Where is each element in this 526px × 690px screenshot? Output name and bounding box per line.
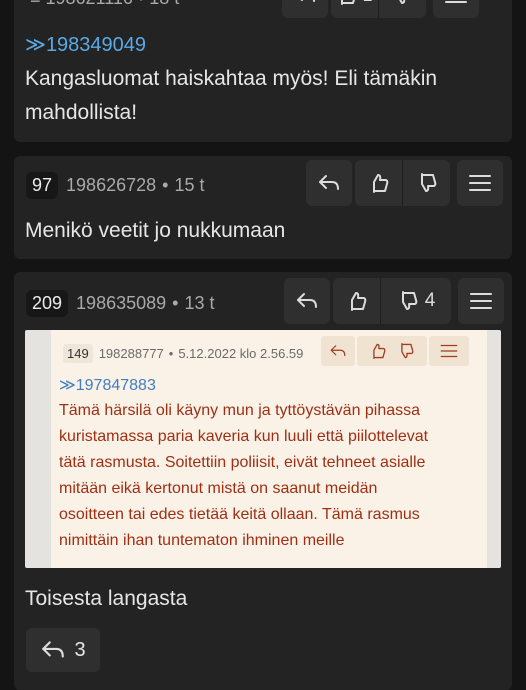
embedded-post-meta: 149 198288777 • 5.12.2022 klo 2.56.59 [63, 344, 303, 363]
thumbs-up-icon [341, 0, 356, 5]
post-age: 15 t [174, 175, 205, 195]
dislike-button[interactable] [403, 160, 450, 206]
post-card: 209 198635089 • 13 t 4 149 198288777 • 5… [14, 272, 512, 690]
embedded-line: mitään eikä kertonut mistä on saanut mei… [59, 480, 378, 497]
reply-count: 3 [74, 638, 86, 661]
thumbs-up-icon [350, 292, 366, 311]
reply-icon [42, 641, 65, 658]
embedded-post-id: 198288777 [98, 346, 164, 361]
score-badge: 97 [26, 172, 59, 199]
post-meta-fragment: ≡ 198621116 • 18 t [30, 0, 179, 9]
post-meta: 209 198635089 • 13 t [26, 290, 215, 317]
menu-icon [470, 293, 492, 309]
menu-button[interactable] [458, 278, 504, 324]
menu-button[interactable] [433, 0, 479, 18]
thumbs-up-icon [373, 343, 386, 360]
post-body-line: mahdollista! [25, 101, 138, 124]
thumbs-down-icon [398, 0, 405, 4]
embedded-menu-icon [429, 336, 469, 366]
embedded-quote-link: ≫197847883 [59, 377, 156, 394]
embedded-line: tätä rasmusta. Soitettiin poliisit, eivä… [59, 454, 426, 471]
post-meta: ≡ 198621116 • 18 t [30, 0, 179, 9]
post-id[interactable]: 198626728 [66, 175, 156, 196]
separator-dot: • [162, 175, 169, 195]
replies-button[interactable]: 3 [26, 628, 100, 672]
thumbs-down-icon [401, 342, 414, 359]
reply-button[interactable] [282, 0, 328, 18]
embedded-post: 149 198288777 • 5.12.2022 klo 2.56.59 ≫1… [51, 330, 487, 568]
reply-icon [319, 175, 339, 190]
embedded-reply-icon [321, 336, 355, 366]
reply-button[interactable] [306, 160, 352, 206]
menu-button[interactable] [457, 160, 503, 206]
dislike-button[interactable] [379, 0, 426, 18]
post-actions: 4 [284, 278, 504, 324]
dislike-button[interactable]: 4 [381, 278, 451, 324]
embedded-post-body: Tämä härsilä oli käyny mun ja tyttöystäv… [59, 398, 479, 554]
post-body: Menikö veetit jo nukkumaan [25, 219, 286, 242]
thumbs-down-icon [401, 291, 418, 310]
embedded-screenshot[interactable]: 149 198288777 • 5.12.2022 klo 2.56.59 ≫1… [25, 330, 501, 568]
like-button[interactable] [333, 278, 380, 324]
post-actions [306, 160, 503, 206]
embedded-line: kuristamassa paria kaveria kun luuli ett… [59, 428, 429, 445]
reply-icon [300, 0, 315, 2]
quote-link[interactable]: ≫198349049 [25, 32, 146, 57]
like-count: 1 [362, 0, 372, 6]
post-age: 13 t [184, 293, 215, 313]
post-meta: 97 198626728 • 15 t [26, 172, 204, 199]
menu-icon [469, 175, 491, 191]
score-badge: 209 [26, 290, 69, 317]
like-button[interactable] [355, 160, 402, 206]
separator-dot: • [168, 346, 174, 361]
post-body-line: Kangasluomat haiskahtaa myös! Eli tämäki… [25, 67, 438, 90]
embedded-actions [321, 336, 469, 366]
post-actions: 1 [282, 0, 479, 18]
embedded-vote-icons [357, 336, 427, 366]
embedded-line: osoitteen tai edes tietää keitä ollaan. … [59, 506, 420, 523]
embedded-line: Tämä härsilä oli käyny mun ja tyttöystäv… [59, 402, 421, 419]
reply-button[interactable] [284, 278, 330, 324]
separator-dot: • [172, 293, 179, 313]
vote-buttons: 4 [333, 278, 451, 324]
embedded-score: 149 [63, 344, 93, 363]
post-card: ≡ 198621116 • 18 t 1 ≫198349049 Kangaslu… [14, 0, 512, 142]
like-button[interactable]: 1 [331, 0, 378, 18]
post-body: Kangasluomat haiskahtaa myös! Eli tämäki… [25, 62, 437, 130]
post-card: 97 198626728 • 15 t Menikö veetit jo nuk… [14, 156, 512, 259]
dislike-count: 4 [424, 290, 436, 311]
embedded-timestamp: 5.12.2022 klo 2.56.59 [178, 346, 304, 361]
vote-buttons: 1 [331, 0, 426, 18]
post-id[interactable]: 198635089 [76, 293, 166, 314]
thumbs-down-icon [420, 173, 436, 192]
menu-icon [445, 1, 467, 3]
embedded-line: nimittäin ihan tuntematon ihminen meille [59, 532, 345, 549]
post-caption: Toisesta langasta [25, 587, 188, 610]
vote-buttons [355, 160, 450, 206]
thumbs-up-icon [372, 174, 388, 193]
reply-icon [297, 293, 317, 308]
